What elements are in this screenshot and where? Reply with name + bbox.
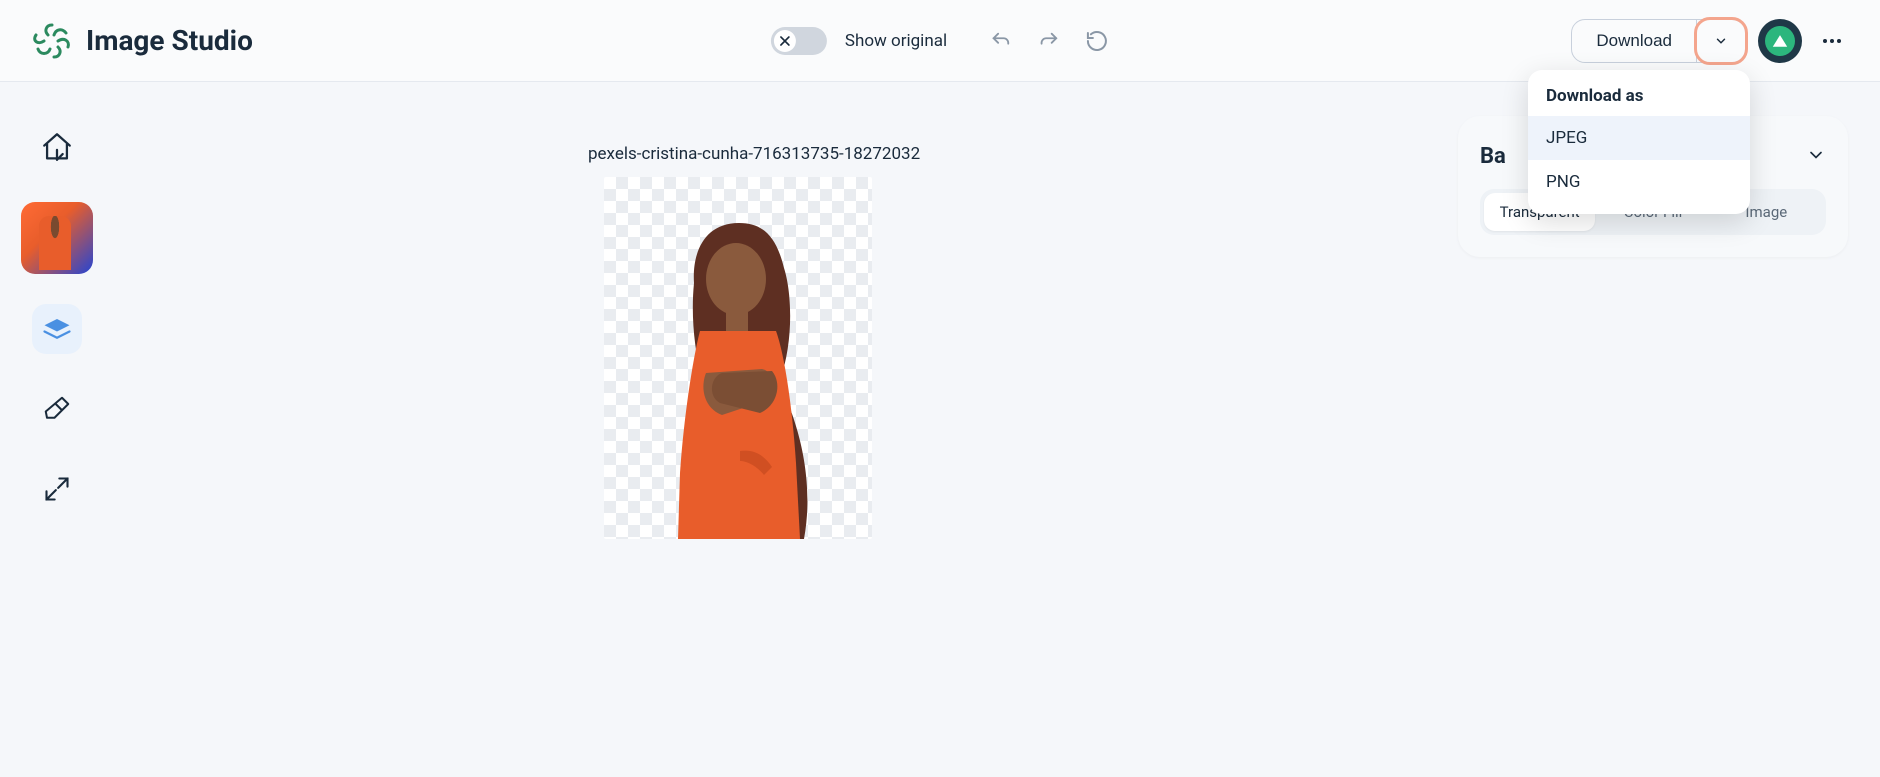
- image-filename: pexels-cristina-cunha-716313735-18272032: [588, 144, 920, 164]
- redo-icon[interactable]: [1037, 29, 1061, 53]
- subject-image: [644, 213, 834, 539]
- download-menu-title: Download as: [1528, 84, 1750, 116]
- panel-collapse-chevron[interactable]: [1806, 145, 1826, 169]
- download-format-menu: Download as JPEG PNG: [1528, 70, 1750, 214]
- undo-icon[interactable]: [989, 29, 1013, 53]
- download-button[interactable]: Download: [1572, 20, 1697, 62]
- drive-avatar[interactable]: [1758, 19, 1802, 63]
- eraser-icon: [42, 394, 72, 424]
- tool-home[interactable]: [32, 122, 82, 172]
- expand-icon: [43, 475, 71, 503]
- chevron-down-icon: [1714, 34, 1728, 48]
- toggle-knob: [774, 30, 796, 52]
- app-title: Image Studio: [86, 24, 253, 57]
- sidebar-thumbnail[interactable]: [21, 202, 93, 274]
- chevron-down-icon: [1806, 145, 1826, 165]
- drive-icon: [1765, 26, 1795, 56]
- download-option-png[interactable]: PNG: [1528, 160, 1750, 204]
- home-upload-icon: [40, 130, 74, 164]
- more-horizontal-icon: [1820, 29, 1844, 53]
- download-option-jpeg[interactable]: JPEG: [1528, 116, 1750, 160]
- image-canvas[interactable]: [604, 177, 872, 539]
- reset-icon[interactable]: [1085, 29, 1109, 53]
- download-format-chevron[interactable]: [1694, 17, 1748, 65]
- layers-icon: [42, 314, 72, 344]
- tool-expand[interactable]: [32, 464, 82, 514]
- panel-title: Ba: [1480, 144, 1506, 169]
- app-logo: [30, 19, 74, 63]
- show-original-toggle[interactable]: [771, 27, 827, 55]
- tool-background[interactable]: [32, 304, 82, 354]
- show-original-label: Show original: [845, 31, 947, 51]
- tool-eraser[interactable]: [32, 384, 82, 434]
- more-menu-button[interactable]: [1814, 23, 1850, 59]
